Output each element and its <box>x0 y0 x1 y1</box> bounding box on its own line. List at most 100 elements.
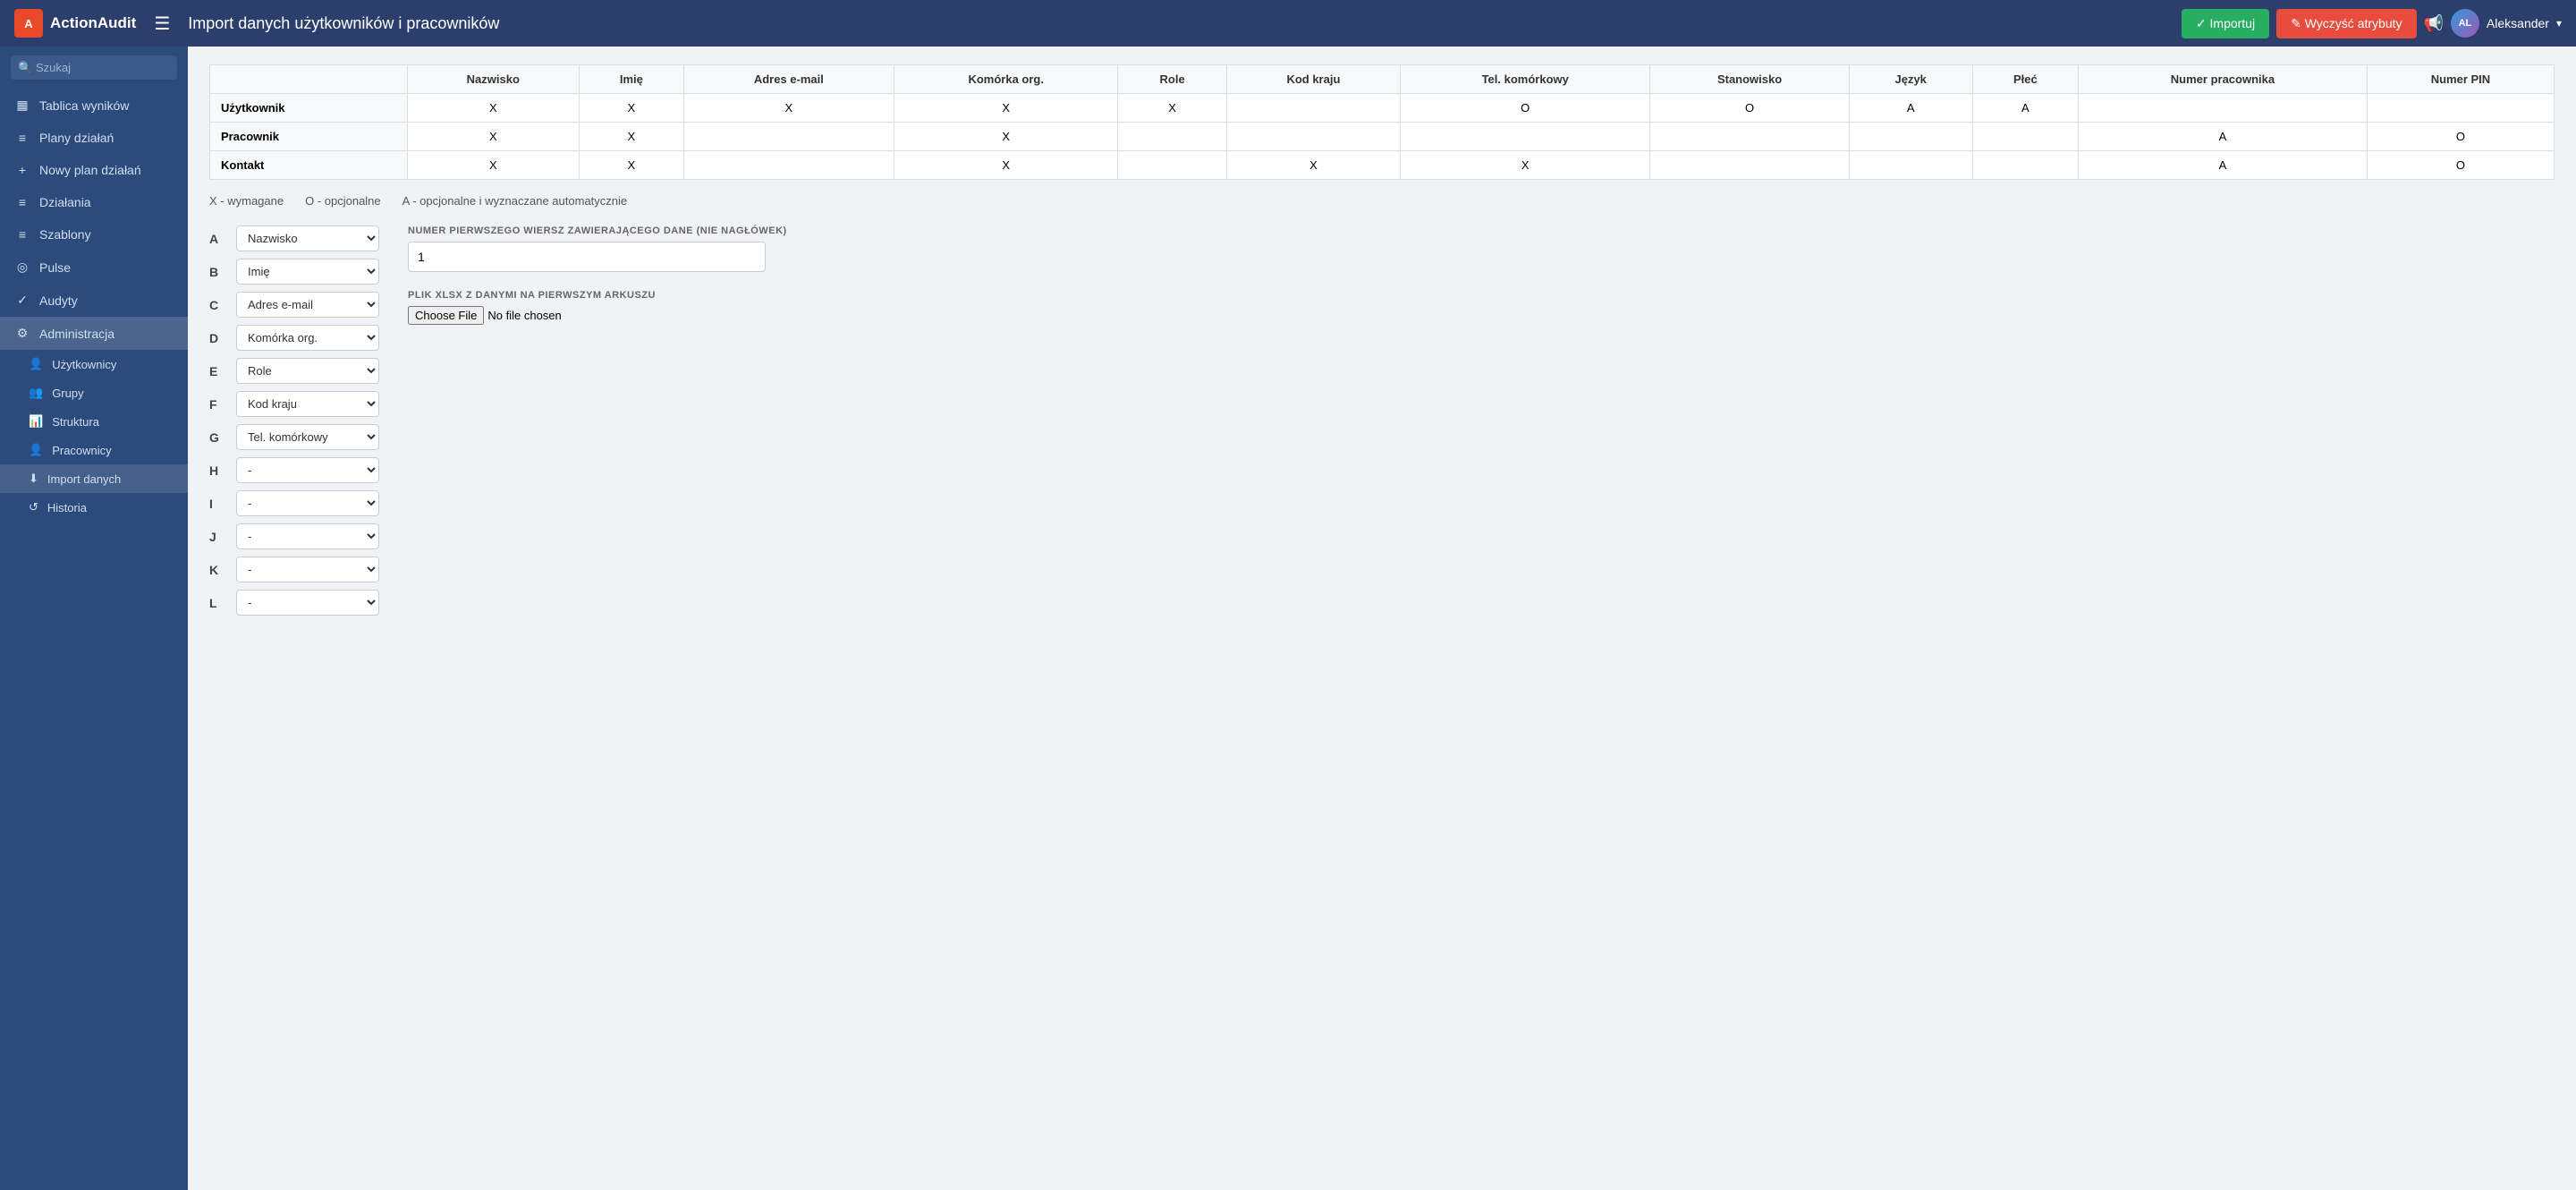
sidebar-sub-item-pracownicy[interactable]: 👤 Pracownicy <box>0 436 188 464</box>
column-row-h: H - Nazwisko <box>209 457 379 483</box>
form-section: A Nazwisko - Imię Adres e-mail Komórka o… <box>209 225 2555 616</box>
col-letter-d: D <box>209 331 227 345</box>
col-select-f[interactable]: Kod kraju - <box>236 391 379 417</box>
column-row-l: L - Nazwisko <box>209 590 379 616</box>
col-select-e[interactable]: Role - <box>236 358 379 384</box>
sidebar-sub-item-struktura[interactable]: 📊 Struktura <box>0 407 188 436</box>
legend-a: A - opcjonalne i wyznaczane automatyczni… <box>402 194 627 208</box>
right-section: NUMER PIERWSZEGO WIERSZ ZAWIERAJĄCEGO DA… <box>408 225 787 325</box>
sidebar-item-administracja[interactable]: ⚙ Administracja <box>0 317 188 350</box>
cell: A <box>2078 123 2367 151</box>
col-letter-c: C <box>209 298 227 312</box>
search-wrapper: 🔍 <box>11 55 177 80</box>
sidebar-item-plany[interactable]: ≡ Plany działań <box>0 122 188 154</box>
row-number-group: NUMER PIERWSZEGO WIERSZ ZAWIERAJĄCEGO DA… <box>408 225 787 272</box>
col-header-komorka: Komórka org. <box>894 65 1118 94</box>
col-select-c[interactable]: Adres e-mail - Nazwisko <box>236 292 379 318</box>
history-icon: ↺ <box>29 500 38 514</box>
cell <box>1226 94 1400 123</box>
sidebar-item-label: Szablony <box>39 227 91 242</box>
sidebar-sub-label: Import danych <box>47 472 121 486</box>
cell <box>683 151 894 180</box>
cell: X <box>683 94 894 123</box>
file-upload-group: PLIK XLSX Z DANYMI NA PIERWSZYM ARKUSZU <box>408 290 787 325</box>
file-input[interactable] <box>408 306 628 325</box>
col-header-pin: Numer PIN <box>2367 65 2554 94</box>
user-chevron-icon[interactable]: ▾ <box>2556 17 2562 30</box>
pulse-icon: ◎ <box>14 259 30 275</box>
cell <box>1226 123 1400 151</box>
sidebar-sub-item-import[interactable]: ⬇ Import danych <box>0 464 188 493</box>
col-letter-k: K <box>209 563 227 577</box>
clear-button[interactable]: ✎ Wyczyść atrybuty <box>2276 9 2416 38</box>
col-letter-g: G <box>209 430 227 445</box>
cell: A <box>1972 94 2078 123</box>
employees-icon: 👤 <box>29 443 43 457</box>
cell: A <box>2078 151 2367 180</box>
plans-icon: ≡ <box>14 131 30 145</box>
column-row-i: I - Nazwisko <box>209 490 379 516</box>
cell: X <box>407 94 580 123</box>
sidebar-item-pulse[interactable]: ◎ Pulse <box>0 251 188 284</box>
sidebar-sub-item-uzytkownicy[interactable]: 👤 Użytkownicy <box>0 350 188 378</box>
cell: O <box>2367 123 2554 151</box>
col-select-a[interactable]: Nazwisko - Imię Adres e-mail Komórka org… <box>236 225 379 251</box>
col-select-b[interactable]: Imię - Nazwisko Adres e-mail <box>236 259 379 285</box>
cell: X <box>894 151 1118 180</box>
col-header-imie: Imię <box>580 65 684 94</box>
cell: O <box>2367 151 2554 180</box>
header-actions: ✓ Importuj ✎ Wyczyść atrybuty 📢 AL Aleks… <box>2182 9 2562 38</box>
col-select-k[interactable]: - Nazwisko <box>236 557 379 582</box>
table-header-row: Nazwisko Imię Adres e-mail Komórka org. … <box>210 65 2555 94</box>
sidebar-item-audyty[interactable]: ✓ Audyty <box>0 284 188 317</box>
sidebar-item-nowy-plan[interactable]: + Nowy plan działań <box>0 154 188 186</box>
actions-icon: ≡ <box>14 195 30 209</box>
admin-icon: ⚙ <box>14 326 30 341</box>
sidebar: 🔍 ▦ Tablica wyników ≡ Plany działań + No… <box>0 47 188 1190</box>
sidebar-sub-label: Struktura <box>52 415 99 429</box>
sidebar-sub-label: Grupy <box>52 387 83 400</box>
col-letter-l: L <box>209 596 227 610</box>
sidebar-item-dzialania[interactable]: ≡ Działania <box>0 186 188 218</box>
import-button[interactable]: ✓ Importuj <box>2182 9 2269 38</box>
row-label-kontakt: Kontakt <box>210 151 408 180</box>
hamburger-button[interactable]: ☰ <box>147 9 177 38</box>
row-label-uzytkownik: Użytkownik <box>210 94 408 123</box>
logo-icon: A <box>14 9 43 38</box>
col-header-email: Adres e-mail <box>683 65 894 94</box>
column-row-j: J - Nazwisko <box>209 523 379 549</box>
row-label-pracownik: Pracownik <box>210 123 408 151</box>
col-select-d[interactable]: Komórka org. - <box>236 325 379 351</box>
sidebar-item-tablica[interactable]: ▦ Tablica wyników <box>0 89 188 122</box>
col-select-i[interactable]: - Nazwisko <box>236 490 379 516</box>
col-letter-h: H <box>209 463 227 478</box>
sidebar-item-label: Nowy plan działań <box>39 163 141 177</box>
sidebar-item-label: Działania <box>39 195 91 209</box>
dashboard-icon: ▦ <box>14 98 30 113</box>
cell <box>1849 123 1972 151</box>
legend-o: O - opcjonalne <box>305 194 381 208</box>
sidebar-item-label: Pulse <box>39 260 71 275</box>
sidebar-sub-item-historia[interactable]: ↺ Historia <box>0 493 188 522</box>
cell: X <box>894 94 1118 123</box>
search-input[interactable] <box>11 55 177 80</box>
col-letter-i: I <box>209 497 227 511</box>
cell <box>1118 123 1227 151</box>
sidebar-item-label: Plany działań <box>39 131 114 145</box>
col-select-g[interactable]: Tel. komórkowy - <box>236 424 379 450</box>
col-header-kodkraju: Kod kraju <box>1226 65 1400 94</box>
column-row-g: G Tel. komórkowy - <box>209 424 379 450</box>
cell <box>1650 151 1849 180</box>
col-select-j[interactable]: - Nazwisko <box>236 523 379 549</box>
sidebar-sub-item-grupy[interactable]: 👥 Grupy <box>0 378 188 407</box>
row-number-input[interactable] <box>408 242 766 272</box>
sidebar-item-szablony[interactable]: ≡ Szablony <box>0 218 188 251</box>
col-header-nrprac: Numer pracownika <box>2078 65 2367 94</box>
notification-icon[interactable]: 📢 <box>2424 14 2444 33</box>
groups-icon: 👥 <box>29 386 43 400</box>
column-row-b: B Imię - Nazwisko Adres e-mail <box>209 259 379 285</box>
col-select-l[interactable]: - Nazwisko <box>236 590 379 616</box>
column-row-f: F Kod kraju - <box>209 391 379 417</box>
col-header-empty <box>210 65 408 94</box>
col-select-h[interactable]: - Nazwisko <box>236 457 379 483</box>
